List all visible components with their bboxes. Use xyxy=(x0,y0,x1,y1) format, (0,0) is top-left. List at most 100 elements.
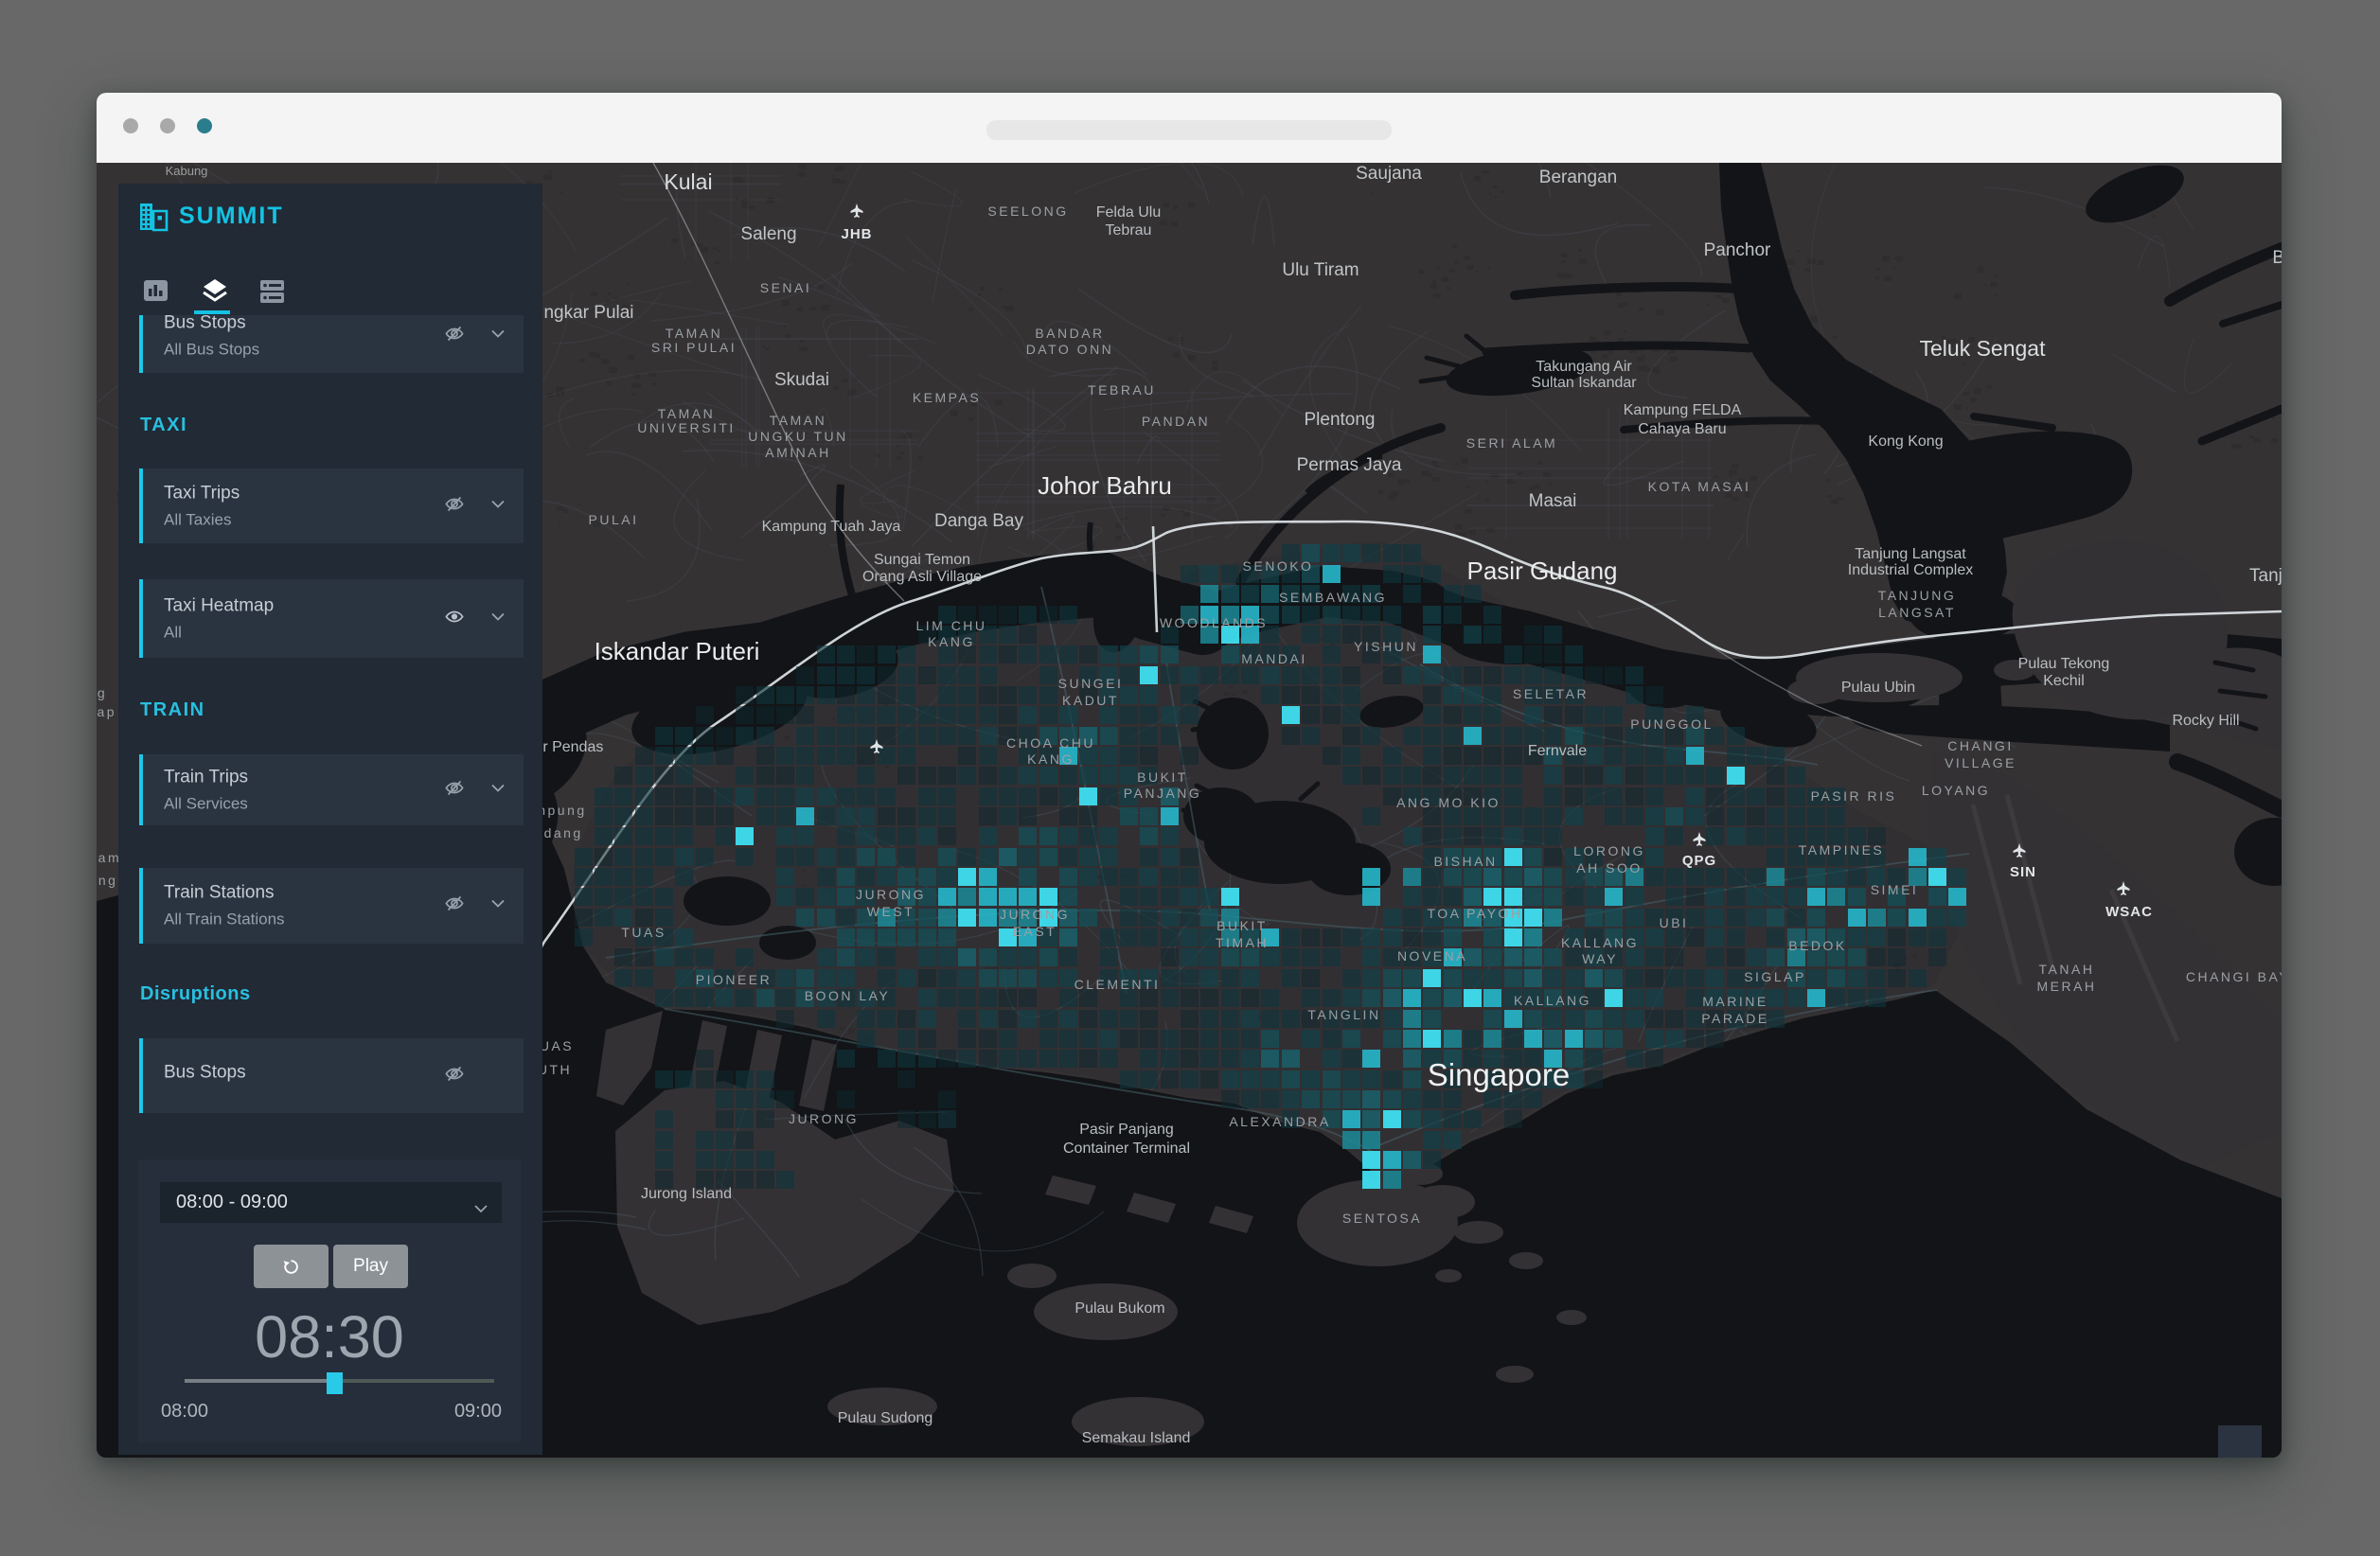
svg-text:JURONG: JURONG xyxy=(789,1111,859,1126)
svg-text:UBI: UBI xyxy=(1660,915,1689,930)
svg-text:Plentong: Plentong xyxy=(1304,410,1375,430)
svg-text:Felda Ulu: Felda Ulu xyxy=(1096,204,1161,221)
svg-text:LANGSAT: LANGSAT xyxy=(1878,605,1956,620)
svg-text:UNGKU TUN: UNGKU TUN xyxy=(748,429,847,444)
svg-text:SERI ALAM: SERI ALAM xyxy=(1466,435,1557,451)
svg-text:Pulau Sudong: Pulau Sudong xyxy=(838,1410,933,1426)
svg-text:Skudai: Skudai xyxy=(774,370,829,390)
svg-text:KALLANG: KALLANG xyxy=(1561,935,1639,950)
svg-text:SENTOSA: SENTOSA xyxy=(1342,1211,1422,1226)
svg-text:ung: ung xyxy=(97,873,117,888)
svg-text:SRI PULAI: SRI PULAI xyxy=(651,340,737,355)
svg-text:Iskandar Puteri: Iskandar Puteri xyxy=(595,637,760,665)
svg-text:TUAS: TUAS xyxy=(621,925,666,940)
svg-text:Masai: Masai xyxy=(1529,491,1577,511)
svg-text:QPG: QPG xyxy=(1682,853,1716,869)
svg-text:PANDAN: PANDAN xyxy=(1142,414,1210,429)
svg-text:Jurong Island: Jurong Island xyxy=(641,1186,732,1202)
svg-text:KALLANG: KALLANG xyxy=(1514,993,1591,1008)
svg-text:BUKIT: BUKIT xyxy=(1217,918,1268,933)
svg-text:PULAI: PULAI xyxy=(589,512,639,527)
svg-text:JHB: JHB xyxy=(841,226,872,242)
svg-text:AH SOO: AH SOO xyxy=(1576,860,1642,875)
svg-text:PASIR RIS: PASIR RIS xyxy=(1811,788,1897,804)
svg-text:ngkar Pulai: ngkar Pulai xyxy=(543,303,633,323)
svg-text:Kabung: Kabung xyxy=(166,164,208,178)
svg-text:Orang Asli Village: Orang Asli Village xyxy=(862,569,982,585)
svg-text:Tanjung Langsat: Tanjung Langsat xyxy=(1855,546,1966,562)
svg-text:BISHAN: BISHAN xyxy=(1433,854,1497,869)
svg-text:SELETAR: SELETAR xyxy=(1513,686,1589,701)
svg-text:WOODLANDS: WOODLANDS xyxy=(1160,615,1268,630)
svg-text:Ba: Ba xyxy=(2272,248,2282,268)
svg-text:Fernvale: Fernvale xyxy=(1528,743,1587,759)
svg-text:Kampung FELDA: Kampung FELDA xyxy=(1624,402,1742,418)
svg-text:TAMAN: TAMAN xyxy=(658,406,715,421)
svg-text:KOTA MASAI: KOTA MASAI xyxy=(1648,479,1751,494)
svg-text:Panchor: Panchor xyxy=(1704,240,1771,260)
svg-text:Pasir Gudang: Pasir Gudang xyxy=(1467,557,1618,585)
svg-text:Singapore: Singapore xyxy=(1428,1057,1570,1092)
svg-text:KANG: KANG xyxy=(1027,751,1075,767)
svg-text:NOVENA: NOVENA xyxy=(1397,948,1467,964)
svg-text:Container Terminal: Container Terminal xyxy=(1063,1140,1190,1157)
svg-text:TANJUNG: TANJUNG xyxy=(1878,588,1957,603)
svg-text:ALEXANDRA: ALEXANDRA xyxy=(1229,1114,1330,1129)
svg-text:TEBRAU: TEBRAU xyxy=(1088,382,1156,398)
svg-text:CHANGI: CHANGI xyxy=(1947,738,2013,753)
svg-text:Sultan Iskandar: Sultan Iskandar xyxy=(1531,375,1637,391)
svg-text:TAMAN: TAMAN xyxy=(666,326,722,341)
svg-text:BEDOK: BEDOK xyxy=(1788,938,1847,953)
svg-text:Permas Jaya: Permas Jaya xyxy=(1297,455,1402,475)
svg-text:WAY: WAY xyxy=(1582,951,1618,966)
svg-text:JURONG: JURONG xyxy=(1000,907,1070,922)
svg-text:KADUT: KADUT xyxy=(1062,693,1119,708)
svg-text:Kampung Tuah Jaya: Kampung Tuah Jaya xyxy=(762,519,901,535)
svg-text:TAMPINES: TAMPINES xyxy=(1799,842,1885,858)
svg-text:ANG MO KIO: ANG MO KIO xyxy=(1396,795,1501,810)
svg-text:TIMAH: TIMAH xyxy=(1216,935,1269,950)
svg-text:LIM CHU: LIM CHU xyxy=(915,618,986,633)
svg-text:BANDAR: BANDAR xyxy=(1035,326,1104,341)
svg-text:WEST: WEST xyxy=(867,904,915,919)
svg-text:CHANGI BAY: CHANGI BAY xyxy=(2186,969,2282,984)
svg-text:Tanjun: Tanjun xyxy=(2249,566,2282,586)
svg-text:Kulai: Kulai xyxy=(664,169,712,194)
svg-text:Tebrau: Tebrau xyxy=(1106,222,1152,239)
svg-text:WSAC: WSAC xyxy=(2105,904,2153,920)
svg-text:PANJANG: PANJANG xyxy=(1124,786,1202,801)
svg-text:TANAH: TANAH xyxy=(2039,962,2095,977)
svg-text:Kong Kong: Kong Kong xyxy=(1868,433,1943,450)
svg-text:EAST: EAST xyxy=(1013,924,1057,939)
svg-text:UAS: UAS xyxy=(540,1038,574,1053)
svg-text:LOYANG: LOYANG xyxy=(1922,783,1990,798)
svg-text:TOA PAYOH: TOA PAYOH xyxy=(1427,906,1522,921)
svg-text:Pulau Tekong: Pulau Tekong xyxy=(2018,656,2110,672)
svg-text:MANDAI: MANDAI xyxy=(1241,651,1306,666)
svg-text:sap: sap xyxy=(97,704,116,719)
svg-text:SEMBAWANG: SEMBAWANG xyxy=(1279,590,1387,605)
svg-text:KEMPAS: KEMPAS xyxy=(913,390,981,405)
svg-text:MARINE: MARINE xyxy=(1702,994,1767,1009)
svg-text:SENOKO: SENOKO xyxy=(1243,558,1314,574)
svg-text:LORONG: LORONG xyxy=(1573,843,1645,858)
svg-text:Pasir Panjang: Pasir Panjang xyxy=(1079,1122,1174,1138)
svg-text:g: g xyxy=(98,685,107,700)
svg-text:Cahaya Baru: Cahaya Baru xyxy=(1638,421,1726,437)
svg-text:Rocky Hill: Rocky Hill xyxy=(2172,713,2239,729)
svg-text:Industrial Complex: Industrial Complex xyxy=(1848,562,1974,578)
svg-text:SENAI: SENAI xyxy=(760,280,812,295)
svg-text:Ulu Tiram: Ulu Tiram xyxy=(1282,260,1359,280)
svg-text:JURONG: JURONG xyxy=(856,887,926,902)
svg-text:Sungai Temon: Sungai Temon xyxy=(874,552,970,568)
svg-text:CLEMENTI: CLEMENTI xyxy=(1075,977,1161,992)
svg-text:Berangan: Berangan xyxy=(1539,168,1617,187)
svg-text:TANGLIN: TANGLIN xyxy=(1307,1007,1380,1022)
svg-text:SEELONG: SEELONG xyxy=(987,203,1068,219)
svg-text:VILLAGE: VILLAGE xyxy=(1945,755,2016,770)
svg-text:Johor Bahru: Johor Bahru xyxy=(1038,471,1172,500)
svg-text:Teluk Sengat: Teluk Sengat xyxy=(1920,336,2047,361)
svg-text:TAMAN: TAMAN xyxy=(770,413,826,428)
svg-text:Semakau Island: Semakau Island xyxy=(1082,1430,1191,1446)
svg-text:BUKIT: BUKIT xyxy=(1137,769,1188,785)
